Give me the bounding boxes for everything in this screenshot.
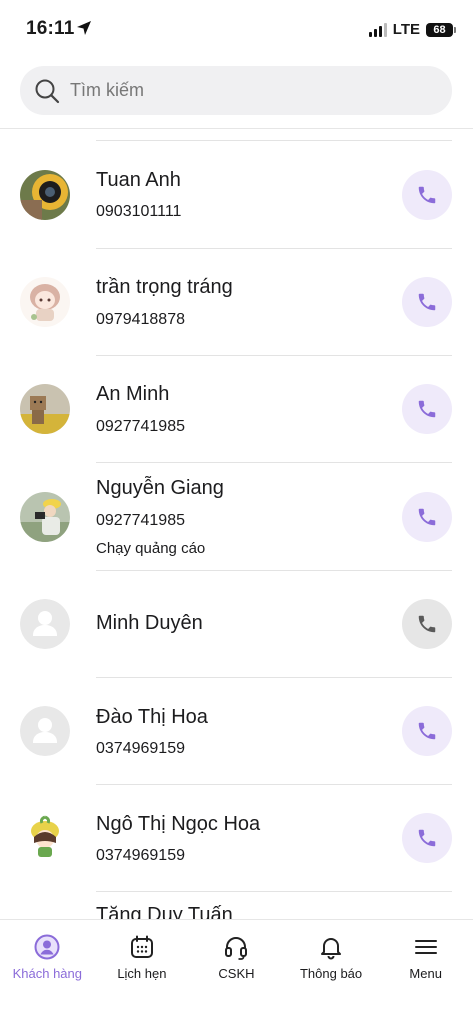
- tab-label: Menu: [409, 966, 442, 981]
- call-button[interactable]: [402, 813, 452, 863]
- location-arrow-icon: [77, 21, 91, 35]
- tab-label: CSKH: [218, 966, 255, 981]
- bottom-tab-bar: Khách hàng Lịch hẹn CSKH Thông báo Menu: [0, 919, 473, 1024]
- battery-icon: 68: [426, 22, 456, 37]
- phone-icon: [418, 293, 436, 311]
- call-button[interactable]: [402, 170, 452, 220]
- user-circle-icon: [34, 934, 60, 960]
- contact-phone: 0927741985: [96, 512, 185, 529]
- tab-thong-bao[interactable]: Thông báo: [284, 920, 379, 1024]
- contact-list[interactable]: Tuan Anh 0903101111 trần trọng tráng 097…: [0, 129, 473, 919]
- contact-row[interactable]: Minh Duyên: [0, 571, 473, 678]
- camera-lens-avatar: [20, 170, 70, 220]
- contact-phone: 0927741985: [96, 418, 185, 435]
- contact-row[interactable]: Ngô Thị Ngọc Hoa 0374969159: [0, 785, 473, 892]
- contact-note: Chạy quảng cáo: [96, 540, 206, 557]
- network-type: LTE: [392, 21, 420, 38]
- avatar-photo: [20, 277, 70, 327]
- tab-label: Khách hàng: [12, 966, 82, 981]
- headset-icon: [225, 937, 248, 960]
- calendar-icon: [130, 935, 153, 958]
- status-bar: 16:11 LTE 68: [0, 0, 473, 58]
- contact-phone: 0979418878: [96, 311, 185, 328]
- avatar-default: [20, 599, 70, 649]
- contact-name: Ngô Thị Ngọc Hoa: [96, 813, 261, 835]
- contact-phone: 0903101111: [96, 203, 182, 220]
- search-bar[interactable]: [20, 66, 452, 115]
- phone-icon: [418, 400, 436, 418]
- contact-name: Nguyễn Giang: [96, 477, 224, 499]
- call-button[interactable]: [402, 384, 452, 434]
- cardboard-robot-avatar: [20, 384, 70, 434]
- contact-row[interactable]: Nguyễn Giang 0927741985 Chạy quảng cáo: [0, 463, 473, 570]
- tab-lich-hen[interactable]: Lịch hẹn: [95, 920, 190, 1024]
- phone-icon: [418, 829, 436, 847]
- contact-name: Tăng Duy Tuấn: [96, 904, 233, 919]
- contact-phone: 0374969159: [96, 847, 185, 864]
- contact-name: An Minh: [96, 383, 170, 405]
- tab-cskh[interactable]: CSKH: [189, 920, 284, 1024]
- search-input[interactable]: [70, 80, 430, 101]
- contact-phone: 0374969159: [96, 740, 185, 757]
- phone-icon: [418, 508, 436, 526]
- photographer-avatar: [20, 492, 70, 542]
- anime-girl-avatar: [20, 277, 70, 327]
- phone-icon: [418, 722, 436, 740]
- signal-icon: [368, 22, 387, 37]
- phone-icon: [418, 615, 436, 633]
- bell-icon: [321, 938, 342, 960]
- tab-label: Lịch hẹn: [117, 966, 167, 981]
- call-button[interactable]: [402, 706, 452, 756]
- avatar-photo: [20, 813, 70, 863]
- call-button[interactable]: [402, 277, 452, 327]
- hamburger-menu-icon: [414, 940, 437, 954]
- avatar-photo: [20, 170, 70, 220]
- person-placeholder-icon: [20, 706, 70, 756]
- contact-name: Tuan Anh: [96, 169, 181, 191]
- sprout-girl-avatar: [20, 813, 70, 863]
- avatar-photo: [20, 492, 70, 542]
- contact-row[interactable]: An Minh 0927741985: [0, 356, 473, 463]
- call-button[interactable]: [402, 492, 452, 542]
- avatar-default: [20, 706, 70, 756]
- contact-name: Đào Thị Hoa: [96, 706, 208, 728]
- phone-icon: [418, 186, 436, 204]
- contact-row[interactable]: trần trọng tráng 0979418878: [0, 249, 473, 356]
- call-button[interactable]: [402, 599, 452, 649]
- contact-row[interactable]: Tăng Duy Tuấn: [0, 892, 473, 919]
- tab-khach-hang[interactable]: Khách hàng: [0, 920, 95, 1024]
- status-indicators: LTE 68: [368, 21, 456, 38]
- contact-name: Minh Duyên: [96, 612, 203, 634]
- search-icon: [35, 79, 60, 103]
- contact-name: trần trọng tráng: [96, 276, 233, 298]
- tab-menu[interactable]: Menu: [378, 920, 473, 1024]
- contact-row[interactable]: Tuan Anh 0903101111: [0, 141, 473, 248]
- person-placeholder-icon: [20, 599, 70, 649]
- avatar-photo: [20, 384, 70, 434]
- status-time: 16:11: [26, 18, 75, 39]
- contact-row[interactable]: Đào Thị Hoa 0374969159: [0, 678, 473, 785]
- tab-label: Thông báo: [299, 966, 363, 981]
